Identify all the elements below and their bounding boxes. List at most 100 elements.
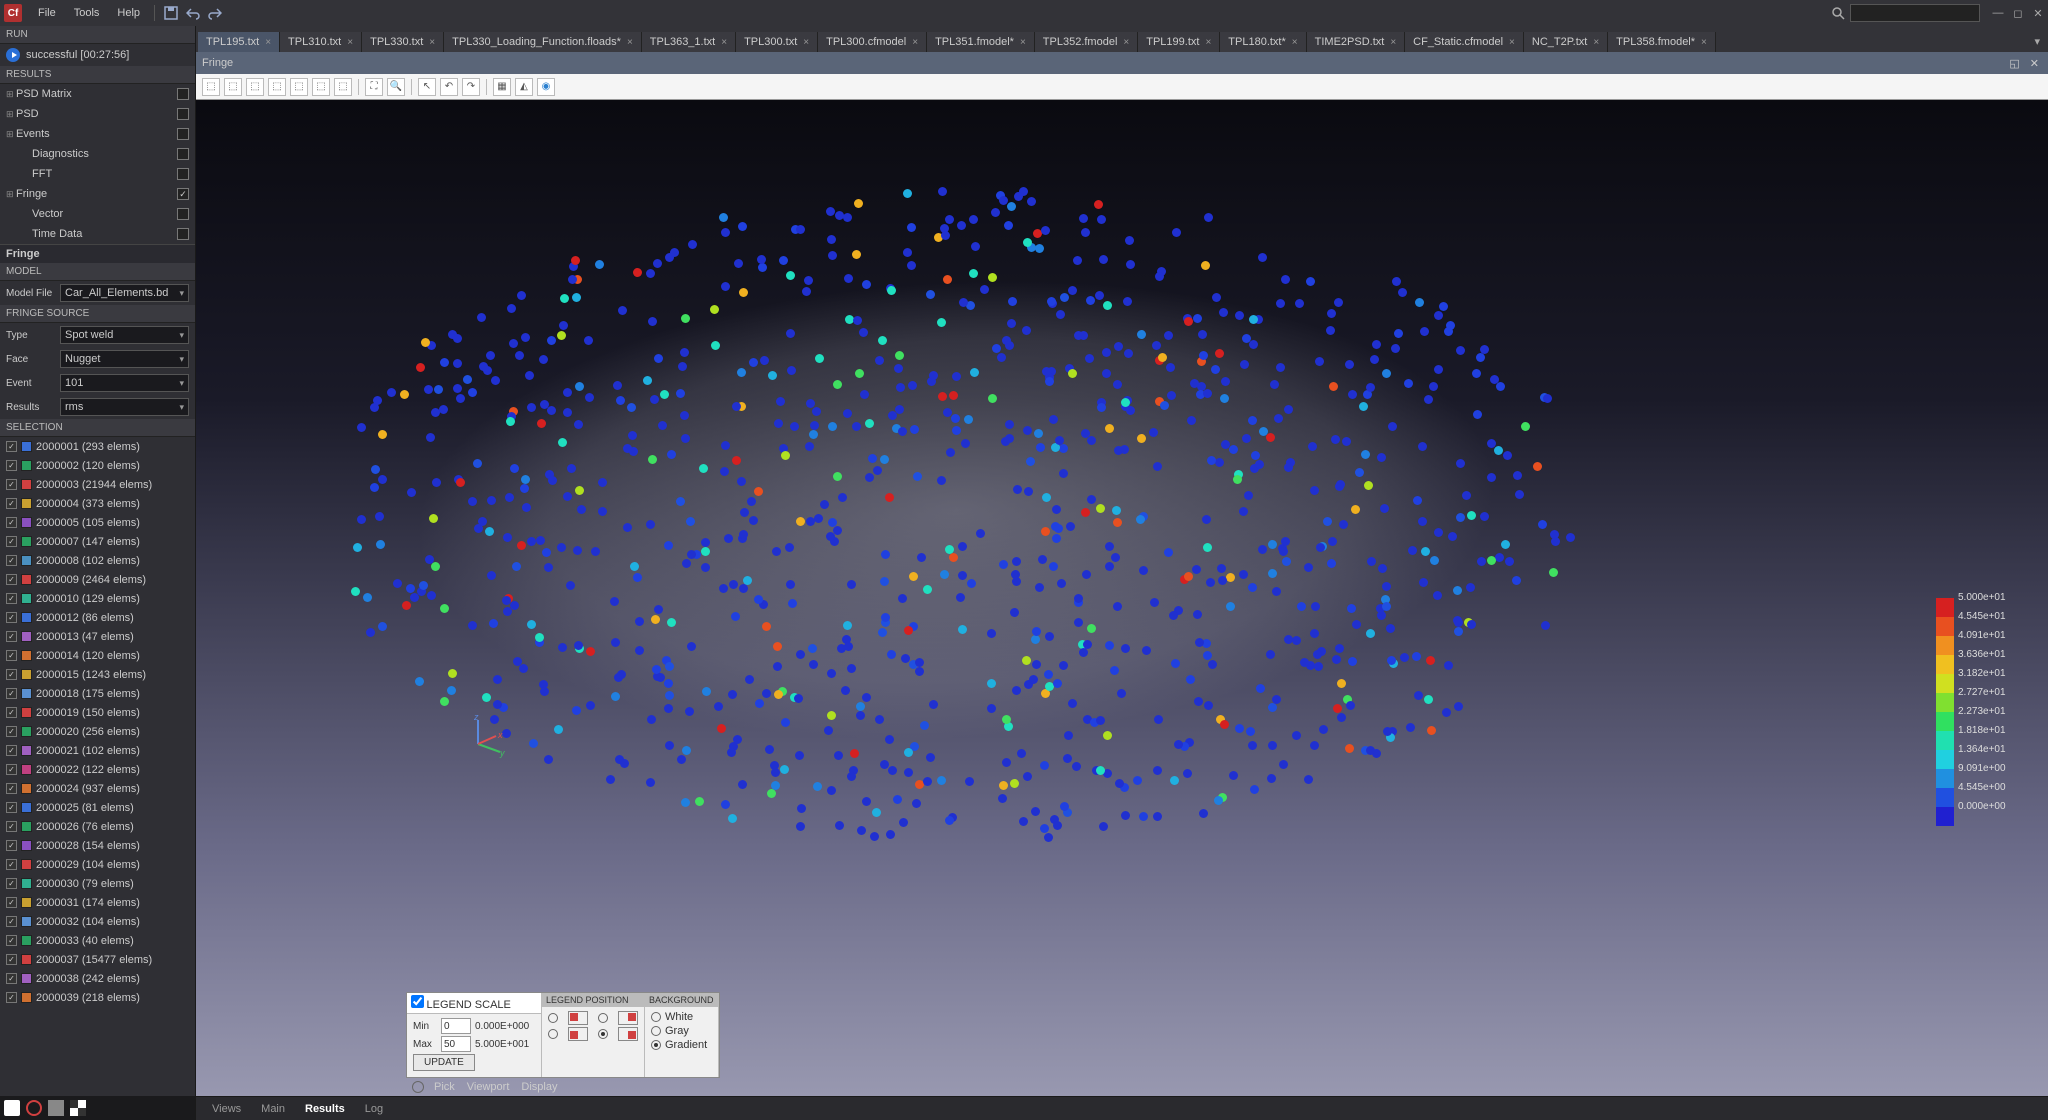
selection-checkbox[interactable] [6, 783, 17, 794]
next-icon[interactable]: ↷ [462, 78, 480, 96]
selection-item-2000012[interactable]: 2000012 (86 elems) [0, 608, 195, 627]
tab-close-icon[interactable]: × [803, 37, 809, 48]
tab-close-icon[interactable]: × [1509, 37, 1515, 48]
view-right-icon[interactable]: ⬚ [290, 78, 308, 96]
update-button[interactable]: UPDATE [413, 1054, 475, 1071]
tab-1[interactable]: TPL310.txt × [280, 32, 362, 52]
selection-checkbox[interactable] [6, 821, 17, 832]
view-iso-icon[interactable]: ⬚ [202, 78, 220, 96]
tab-overflow-icon[interactable]: ▾ [2026, 31, 2048, 52]
selection-item-2000007[interactable]: 2000007 (147 elems) [0, 532, 195, 551]
undo-icon[interactable] [183, 3, 203, 23]
tab-close-icon[interactable]: × [347, 37, 353, 48]
tab-close-icon[interactable]: × [1020, 37, 1026, 48]
search-input[interactable] [1850, 4, 1980, 22]
restore-icon[interactable]: ◱ [2006, 57, 2022, 70]
max-input[interactable] [441, 1036, 471, 1052]
tab-2[interactable]: TPL330.txt × [362, 32, 444, 52]
results-item-0[interactable]: ⊞PSD Matrix [0, 84, 195, 104]
view-top-icon[interactable]: ⬚ [312, 78, 330, 96]
selection-item-2000024[interactable]: 2000024 (937 elems) [0, 779, 195, 798]
results-item-2[interactable]: ⊞Events [0, 124, 195, 144]
view-left-icon[interactable]: ⬚ [268, 78, 286, 96]
selection-item-2000003[interactable]: 2000003 (21944 elems) [0, 475, 195, 494]
view-icon-4[interactable] [70, 1100, 86, 1116]
zoom-icon[interactable]: 🔍 [387, 78, 405, 96]
view-icon-3[interactable] [48, 1100, 64, 1116]
results-item-1[interactable]: ⊞PSD [0, 104, 195, 124]
selection-checkbox[interactable] [6, 536, 17, 547]
selection-checkbox[interactable] [6, 441, 17, 452]
selection-item-2000010[interactable]: 2000010 (129 elems) [0, 589, 195, 608]
view-icon-1[interactable] [4, 1100, 20, 1116]
tab-0[interactable]: TPL195.txt × [198, 32, 280, 52]
status-disc-icon[interactable] [412, 1081, 424, 1093]
axis-gizmo[interactable]: z x y [466, 716, 506, 756]
fringe-event-dropdown[interactable]: 101 [60, 374, 189, 392]
selection-item-2000039[interactable]: 2000039 (218 elems) [0, 988, 195, 1007]
selection-item-2000033[interactable]: 2000033 (40 elems) [0, 931, 195, 950]
selection-item-2000031[interactable]: 2000031 (174 elems) [0, 893, 195, 912]
bg-radio-gradient[interactable] [651, 1040, 661, 1050]
selection-checkbox[interactable] [6, 498, 17, 509]
legend-scale-checkbox[interactable] [411, 995, 424, 1008]
tab-14[interactable]: TPL358.fmodel* × [1608, 32, 1716, 52]
search-icon[interactable] [1828, 3, 1848, 23]
selection-checkbox[interactable] [6, 840, 17, 851]
min-input[interactable] [441, 1018, 471, 1034]
fringe-face-dropdown[interactable]: Nugget [60, 350, 189, 368]
tab-4[interactable]: TPL363_1.txt × [642, 32, 736, 52]
minimize-button[interactable]: — [1992, 7, 2004, 19]
maximize-button[interactable]: ◻ [2012, 7, 2024, 19]
bottom-tab-results[interactable]: Results [295, 1099, 355, 1119]
selection-checkbox[interactable] [6, 688, 17, 699]
fringe-results-dropdown[interactable]: rms [60, 398, 189, 416]
selection-checkbox[interactable] [6, 973, 17, 984]
tab-3[interactable]: TPL330_Loading_Function.floads* × [444, 32, 642, 52]
tab-close-icon[interactable]: × [429, 37, 435, 48]
selection-item-2000026[interactable]: 2000026 (76 elems) [0, 817, 195, 836]
selection-item-2000014[interactable]: 2000014 (120 elems) [0, 646, 195, 665]
pos-tr-preview[interactable] [618, 1011, 638, 1025]
bottom-tab-views[interactable]: Views [202, 1099, 251, 1119]
results-item-3[interactable]: Diagnostics [0, 144, 195, 164]
tab-close-icon[interactable]: × [1593, 37, 1599, 48]
selection-item-2000030[interactable]: 2000030 (79 elems) [0, 874, 195, 893]
tab-close-icon[interactable]: × [1205, 37, 1211, 48]
run-status-row[interactable]: successful [00:27:56] [0, 44, 195, 66]
status-display[interactable]: Display [521, 1081, 557, 1093]
close-button[interactable]: ✕ [2032, 7, 2044, 19]
menu-file[interactable]: File [30, 4, 64, 22]
pos-tl-preview[interactable] [568, 1011, 588, 1025]
select-icon[interactable]: ↖ [418, 78, 436, 96]
selection-item-2000021[interactable]: 2000021 (102 elems) [0, 741, 195, 760]
selection-checkbox[interactable] [6, 650, 17, 661]
view-front-icon[interactable]: ⬚ [224, 78, 242, 96]
selection-checkbox[interactable] [6, 745, 17, 756]
bottom-tab-log[interactable]: Log [355, 1099, 393, 1119]
tab-13[interactable]: NC_T2P.txt × [1524, 32, 1608, 52]
play-icon[interactable] [6, 48, 20, 62]
tab-10[interactable]: TPL180.txt* × [1220, 32, 1306, 52]
3d-viewport[interactable]: z x y 5.000e+01 4.545e+01 4.091e+01 3.63… [196, 100, 2048, 1096]
fringe-type-dropdown[interactable]: Spot weld [60, 326, 189, 344]
selection-item-2000005[interactable]: 2000005 (105 elems) [0, 513, 195, 532]
selection-item-2000022[interactable]: 2000022 (122 elems) [0, 760, 195, 779]
model-file-dropdown[interactable]: Car_All_Elements.bd [60, 284, 189, 302]
tab-6[interactable]: TPL300.cfmodel × [818, 32, 927, 52]
status-viewport[interactable]: Viewport [467, 1081, 510, 1093]
selection-checkbox[interactable] [6, 878, 17, 889]
selection-checkbox[interactable] [6, 479, 17, 490]
legend-icon[interactable]: ◭ [515, 78, 533, 96]
bg-radio-gray[interactable] [651, 1026, 661, 1036]
tab-close-icon[interactable]: × [1390, 37, 1396, 48]
save-icon[interactable] [161, 3, 181, 23]
tag-icon[interactable]: ◉ [537, 78, 555, 96]
selection-checkbox[interactable] [6, 935, 17, 946]
selection-checkbox[interactable] [6, 574, 17, 585]
tab-close-icon[interactable]: × [627, 37, 633, 48]
selection-item-2000028[interactable]: 2000028 (154 elems) [0, 836, 195, 855]
tab-8[interactable]: TPL352.fmodel × [1035, 32, 1138, 52]
selection-item-2000002[interactable]: 2000002 (120 elems) [0, 456, 195, 475]
status-pick[interactable]: Pick [434, 1081, 455, 1093]
